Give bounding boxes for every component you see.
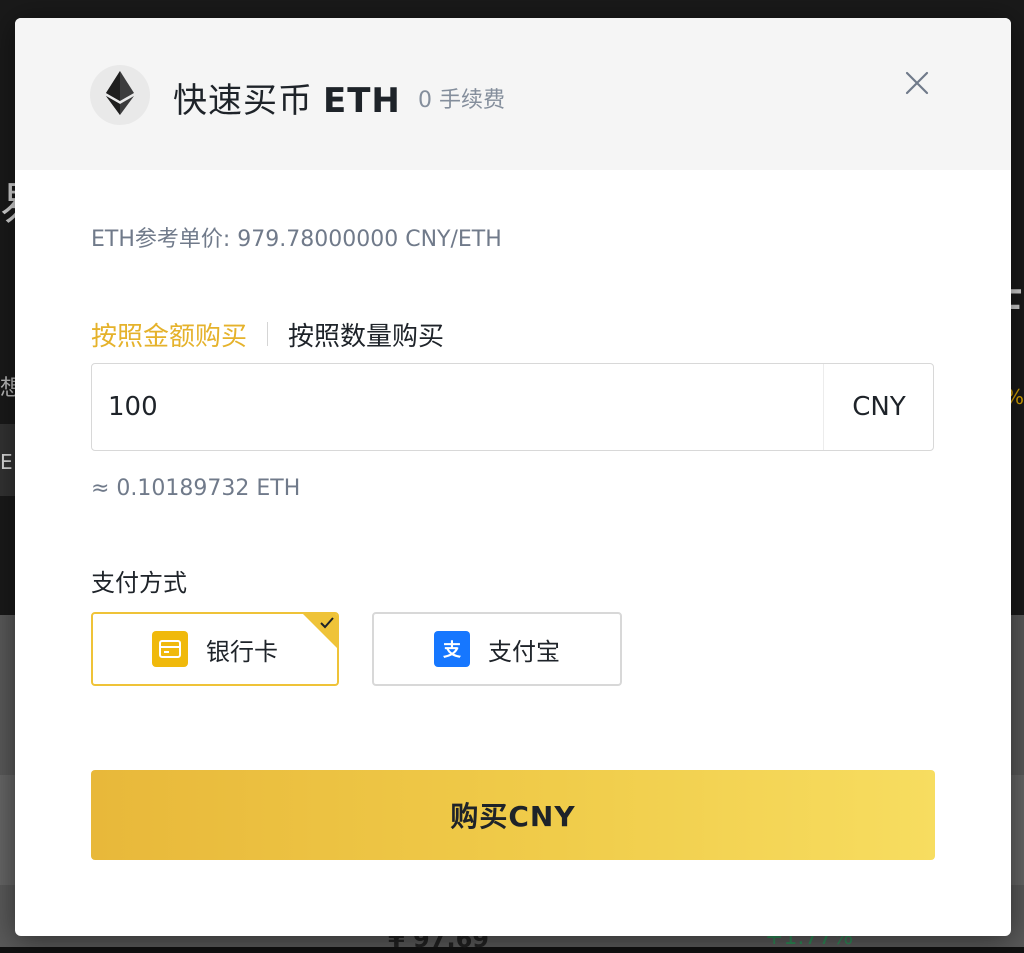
modal-title-coin: ETH xyxy=(323,81,401,121)
tab-buy-by-quantity[interactable]: 按照数量购买 xyxy=(288,316,444,353)
quick-buy-modal: 快速买币 ETH 0 手续费 ETH参考单价: 979.78000000 CNY/… xyxy=(15,18,1011,936)
approx-eth-amount: ≈ 0.10189732 ETH xyxy=(91,476,301,501)
buy-button[interactable]: 购买CNY xyxy=(91,770,935,860)
ethereum-icon xyxy=(106,71,134,119)
bank-card-icon xyxy=(152,631,188,667)
modal-title-text: 快速买币 xyxy=(173,81,313,121)
modal-header: 快速买币 ETH 0 手续费 xyxy=(15,18,1011,170)
fee-note: 0 手续费 xyxy=(418,88,505,113)
buy-mode-tabs: 按照金额购买 按照数量购买 xyxy=(91,314,444,354)
amount-field: CNY xyxy=(91,363,934,451)
buy-button-label: 购买CNY xyxy=(450,800,576,833)
payment-option-label: 支付宝 xyxy=(488,637,560,666)
amount-input[interactable] xyxy=(92,364,822,450)
payment-option-bank-card[interactable]: 银行卡 xyxy=(91,612,339,686)
payment-method-label: 支付方式 xyxy=(91,569,187,597)
eth-coin-badge xyxy=(90,65,150,125)
check-icon xyxy=(319,615,335,634)
tab-divider xyxy=(267,322,269,346)
close-icon xyxy=(905,71,929,99)
currency-unit: CNY xyxy=(852,392,906,422)
close-button[interactable] xyxy=(902,70,932,100)
tab-buy-by-amount[interactable]: 按照金额购买 xyxy=(91,316,247,353)
reference-price: ETH参考单价: 979.78000000 CNY/ETH xyxy=(91,227,502,252)
svg-text:支: 支 xyxy=(442,639,462,661)
payment-option-alipay[interactable]: 支 支付宝 xyxy=(372,612,622,686)
alipay-icon: 支 xyxy=(434,631,470,667)
modal-title: 快速买币 ETH xyxy=(173,73,401,122)
payment-option-label: 银行卡 xyxy=(206,637,278,666)
